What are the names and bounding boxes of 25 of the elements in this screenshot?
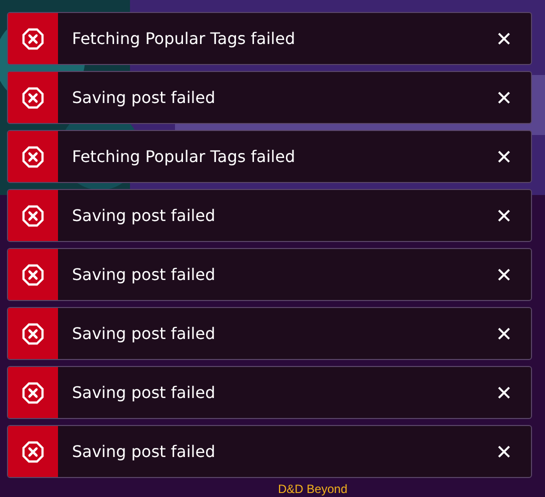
- error-icon: [22, 86, 44, 108]
- error-icon: [22, 382, 44, 404]
- error-icon: [22, 322, 44, 344]
- toast-message: Fetching Popular Tags failed: [71, 147, 296, 166]
- toast-message: Saving post failed: [71, 206, 216, 225]
- close-button[interactable]: ✕: [493, 440, 515, 462]
- toast-message: Saving post failed: [71, 88, 216, 107]
- toast-message: Saving post failed: [71, 265, 216, 284]
- toast-message: Saving post failed: [71, 442, 216, 461]
- error-icon: [22, 146, 44, 168]
- toast-message: Fetching Popular Tags failed: [71, 29, 296, 48]
- close-button[interactable]: ✕: [493, 28, 515, 50]
- close-button[interactable]: ✕: [493, 204, 515, 226]
- close-button[interactable]: ✕: [493, 264, 515, 286]
- error-icon: [22, 28, 44, 50]
- toast-message: Saving post failed: [71, 324, 216, 343]
- error-icon: [22, 264, 44, 286]
- close-button[interactable]: ✕: [493, 322, 515, 344]
- close-button[interactable]: ✕: [493, 86, 515, 108]
- site-link[interactable]: D&D Beyond: [278, 482, 348, 496]
- close-button[interactable]: ✕: [493, 146, 515, 168]
- error-icon: [22, 204, 44, 226]
- toast-message: Saving post failed: [71, 383, 216, 402]
- close-button[interactable]: ✕: [493, 382, 515, 404]
- error-icon: [22, 440, 44, 462]
